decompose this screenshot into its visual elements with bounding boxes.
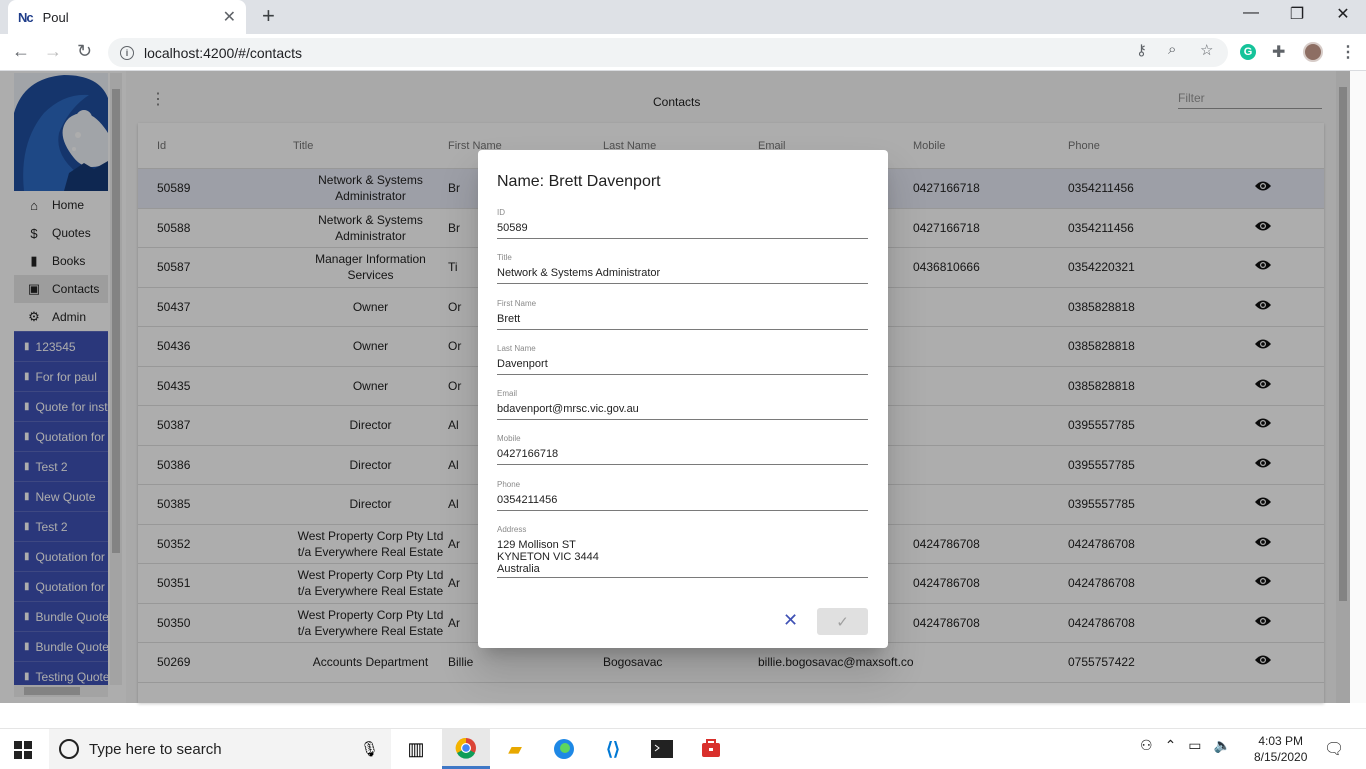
dialog-title: Name: Brett Davenport [497,173,661,190]
restore-button[interactable]: ❐ [1274,4,1320,24]
people-icon[interactable]: ⚇ [1140,737,1153,754]
back-arrow-icon[interactable]: ← [12,41,30,62]
field-value[interactable]: 50589 [497,222,868,238]
taskbar-search-placeholder: Type here to search [89,740,222,758]
key-icon[interactable]: ⚷ [1136,41,1147,59]
field-value[interactable]: bdavenport@mrsc.vic.gov.au [497,403,868,419]
field-label: Phone [497,480,521,489]
last-name-field[interactable]: Last Name Davenport [497,344,868,375]
browser-toolbar: ← → ↻ i localhost:4200/#/contacts ⚷ ⌕ ☆ … [0,34,1366,71]
field-label: Title [497,253,512,262]
site-info-icon[interactable]: i [120,45,134,60]
address-bar[interactable]: i localhost:4200/#/contacts [108,38,1228,67]
toolbox-app-icon[interactable] [687,729,735,769]
clock-time: 4:03 PM [1258,734,1304,748]
email-field[interactable]: Email bdavenport@mrsc.vic.gov.au [497,389,868,420]
task-view-icon[interactable]: ▥ [392,729,440,769]
zoom-icon[interactable]: ⌕ [1168,41,1176,58]
taskbar-search[interactable]: Type here to search 🎙 [49,729,391,769]
edge-app-icon[interactable] [540,729,588,769]
field-value[interactable]: 0354211456 [497,494,868,510]
field-value[interactable]: Network & Systems Administrator [497,267,868,283]
vscode-app-icon[interactable]: ⟨⟩ [589,729,637,769]
title-field[interactable]: Title Network & Systems Administrator [497,253,868,284]
dialog-confirm-button[interactable]: ✓ [817,608,868,635]
minimize-button[interactable]: — [1228,4,1274,22]
first-name-field[interactable]: First Name Brett [497,299,868,330]
file-explorer-icon[interactable]: ▰ [491,729,539,769]
taskbar-clock[interactable]: 4:03 PM 8/15/2020 [1254,733,1307,765]
field-value[interactable]: Davenport [497,358,868,374]
tab-close-icon[interactable]: ✕ [223,7,236,27]
chrome-app-icon[interactable] [442,729,490,769]
mobile-field[interactable]: Mobile 0427166718 [497,434,868,465]
battery-icon[interactable]: ▭ [1188,737,1201,754]
field-value[interactable]: Brett [497,313,868,329]
browser-tab[interactable]: Nc Poul ✕ [8,0,246,34]
contact-dialog: Name: Brett Davenport ID 50589 Title Networ… [478,150,888,648]
microphone-icon[interactable]: 🎙 [360,740,379,758]
cortana-circle-icon [59,739,79,759]
field-label: Address [497,525,527,534]
extensions-puzzle-icon[interactable]: ✚ [1272,42,1285,62]
field-value[interactable]: 0427166718 [497,448,868,464]
dialog-close-button[interactable]: ✕ [783,610,798,631]
close-window-button[interactable]: ✕ [1320,4,1366,24]
phone-field[interactable]: Phone 0354211456 [497,480,868,511]
notifications-icon[interactable]: 🗨 [1324,739,1344,759]
bookmark-star-icon[interactable]: ☆ [1200,41,1213,59]
volume-icon[interactable]: 🔈 [1214,737,1231,754]
browser-menu-icon[interactable]: ⋮ [1340,42,1356,62]
field-label: First Name [497,299,537,308]
app-favicon-icon: Nc [18,9,34,25]
forward-arrow-icon[interactable]: → [44,41,62,62]
clock-date: 8/15/2020 [1254,750,1308,764]
system-tray: ⚇ ⌃ ▭ 🔈 [1140,737,1231,754]
field-label: Last Name [497,344,536,353]
chevron-up-icon[interactable]: ⌃ [1165,737,1177,754]
address-field[interactable]: Address 129 Mollison ST KYNETON VIC 3444 … [497,525,868,578]
terminal-app-icon[interactable] [638,729,686,769]
new-tab-button[interactable]: + [262,5,275,27]
field-label: Mobile [497,434,521,443]
profile-avatar[interactable] [1303,42,1323,62]
tab-title: Poul [42,9,69,25]
grammarly-extension-icon[interactable]: G [1240,44,1256,60]
field-value[interactable]: 129 Mollison ST KYNETON VIC 3444 Austral… [497,539,868,579]
id-field[interactable]: ID 50589 [497,208,868,239]
address-url[interactable]: localhost:4200/#/contacts [144,45,302,61]
reload-icon[interactable]: ↻ [77,41,92,62]
field-label: ID [497,208,505,217]
windows-start-icon[interactable] [14,741,32,759]
browser-tab-strip: Nc Poul ✕ + — ❐ ✕ [0,0,1366,34]
windows-taskbar: Type here to search 🎙 ▥ ▰ ⟨⟩ ⚇ ⌃ ▭ 🔈 4:0… [0,728,1366,769]
field-label: Email [497,389,518,398]
